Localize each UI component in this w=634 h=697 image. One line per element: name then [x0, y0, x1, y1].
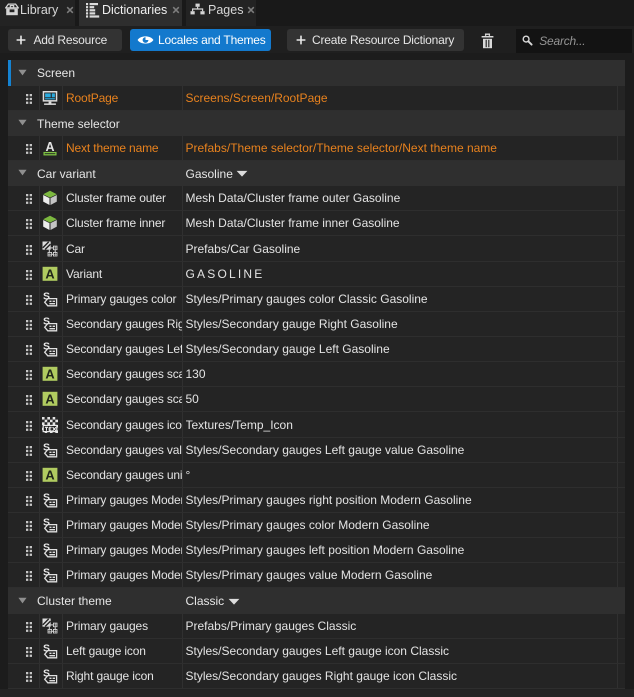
svg-text:A: A — [45, 367, 54, 382]
svg-text:A: A — [45, 267, 54, 282]
svg-text:A: A — [45, 392, 54, 407]
svg-text:A: A — [45, 468, 54, 483]
